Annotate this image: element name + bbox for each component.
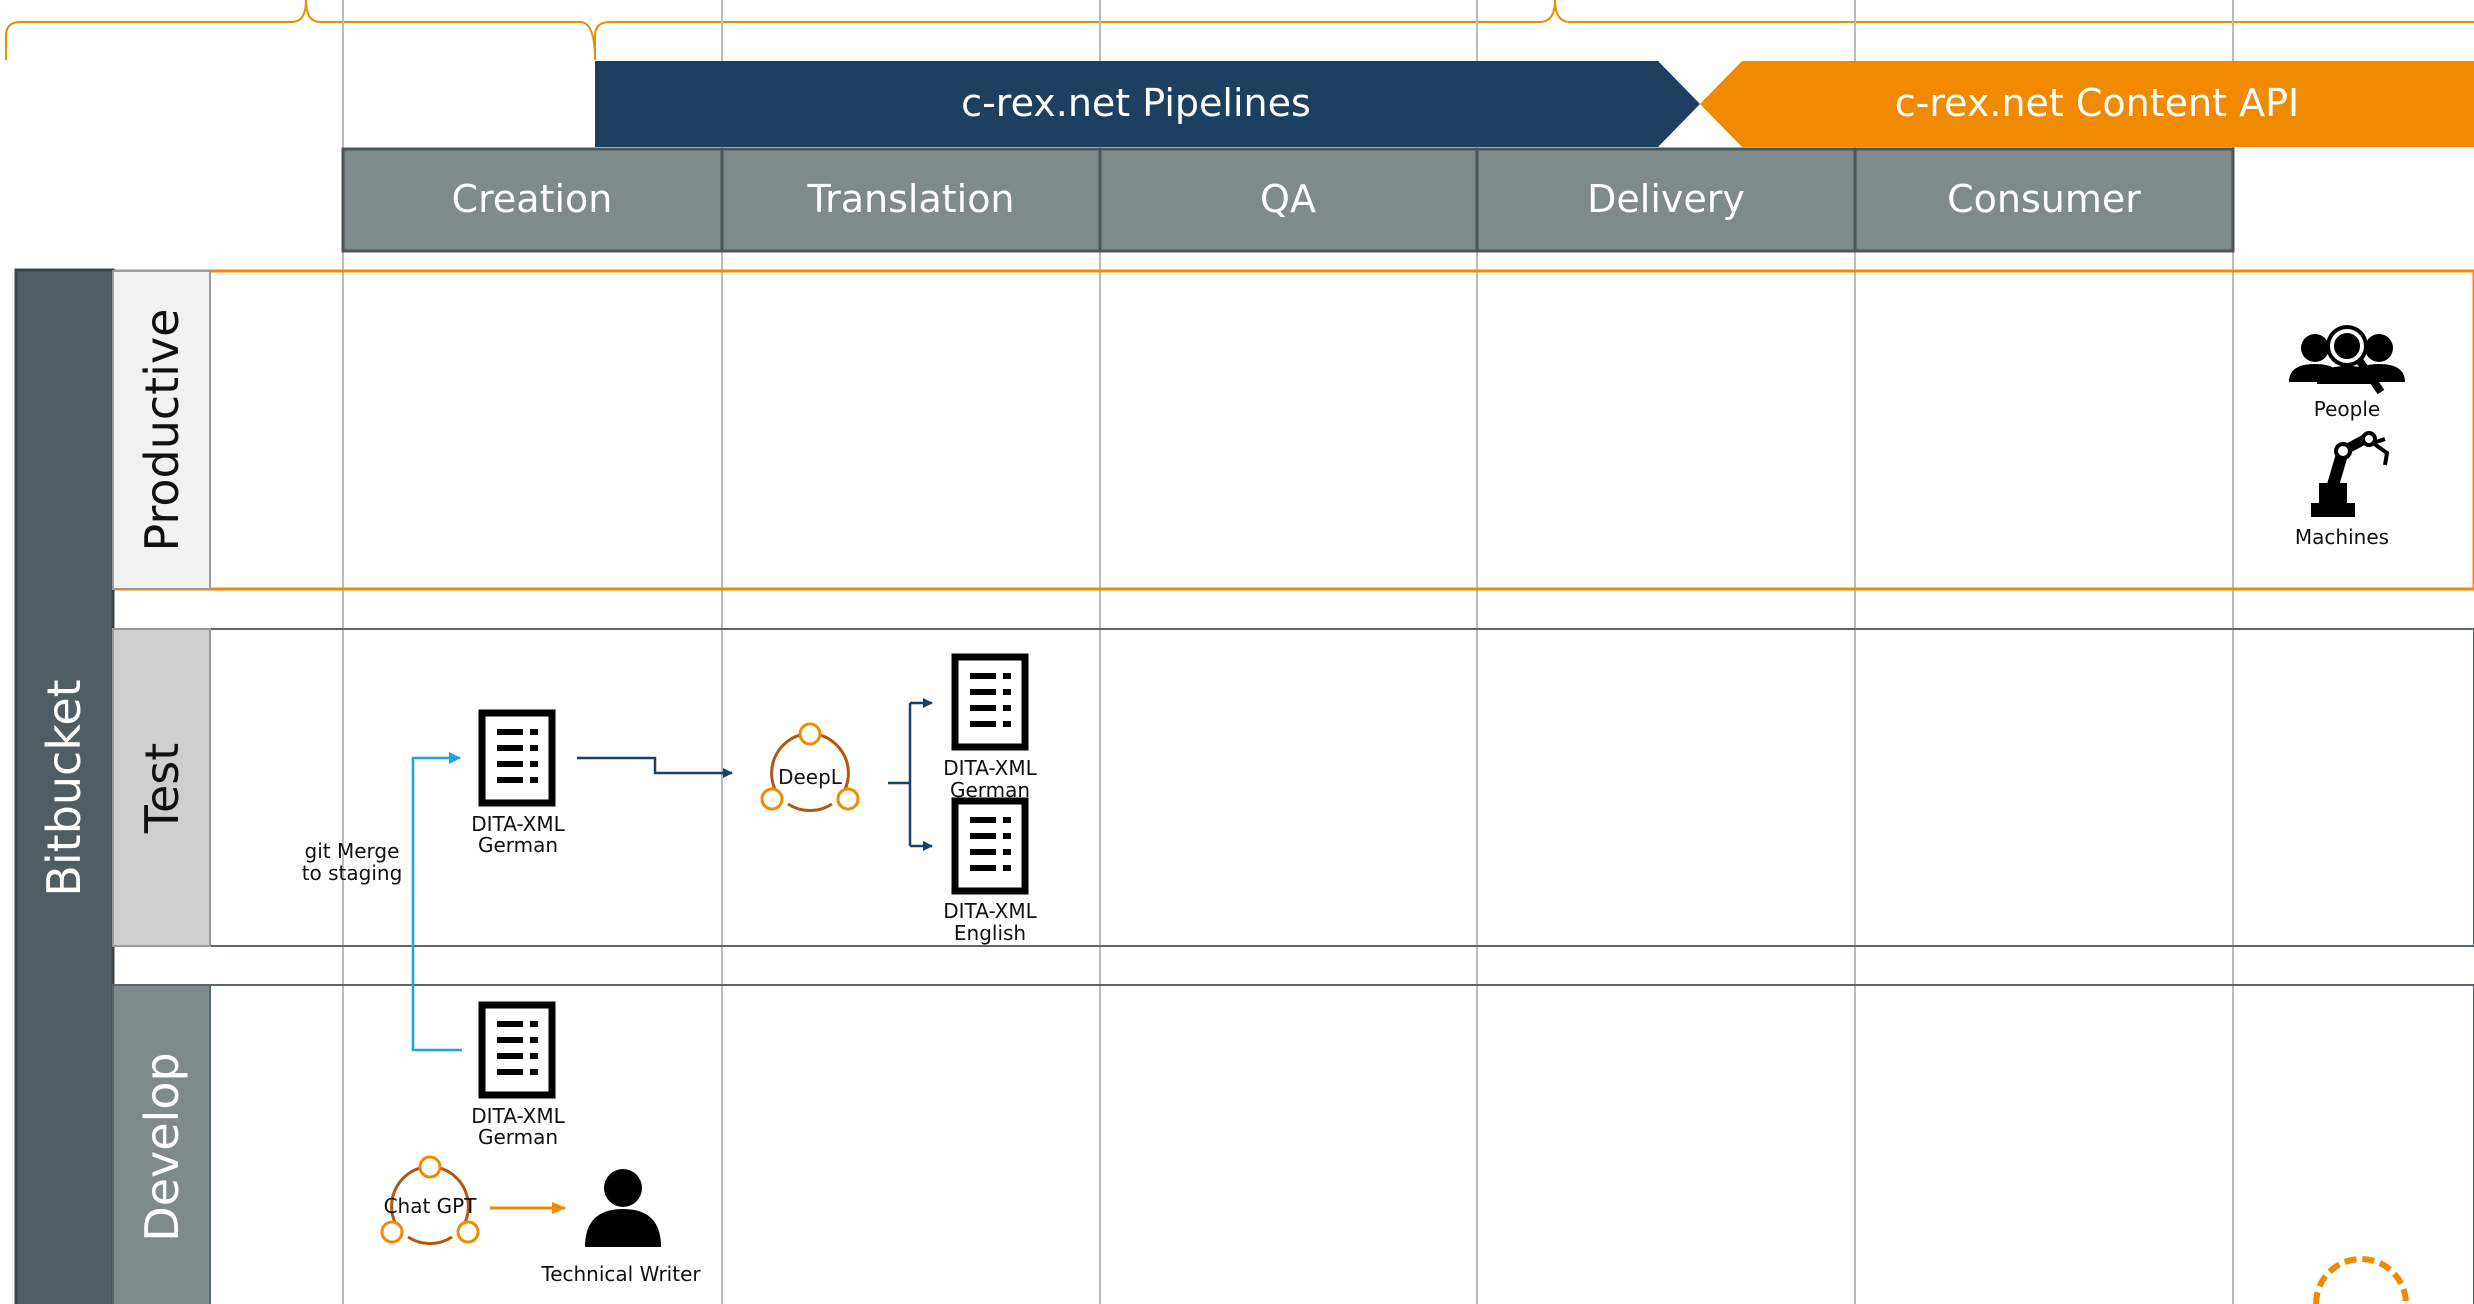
machines-icon — [2311, 431, 2390, 517]
test-german-label-2: German — [478, 833, 558, 857]
stage-delivery-label: Delivery — [1587, 177, 1745, 221]
stage-headers: Creation Translation QA Delivery Consume… — [341, 147, 2235, 253]
user-icon — [585, 1169, 661, 1247]
stage-consumer: Consumer — [1853, 147, 2235, 253]
partial-dashed-circle-icon — [2313, 1256, 2409, 1304]
test-german-doc-icon — [482, 713, 552, 803]
bitbucket-sidebar: Bitbucket — [14, 268, 115, 1304]
people-icon — [2289, 325, 2405, 395]
lane-develop-label-cell: Develop — [112, 984, 211, 1304]
top-bracket-lines — [5, 0, 2474, 61]
stage-translation-label: Translation — [806, 177, 1014, 221]
deepl-branch-line — [888, 703, 912, 846]
git-merge-label-1: git Merge — [305, 839, 400, 863]
stage-delivery: Delivery — [1475, 147, 1857, 253]
git-merge-label-2: to staging — [302, 861, 403, 885]
lane-test-label-cell: Test — [112, 628, 211, 947]
out-german-label-1: DITA-XML — [943, 756, 1037, 780]
dev-german-doc-icon — [482, 1005, 552, 1095]
stage-qa-label: QA — [1260, 177, 1316, 221]
pipelines-banner: c-rex.net Pipelines — [595, 61, 1700, 147]
lane-productive-label: Productive — [135, 309, 189, 552]
bitbucket-label: Bitbucket — [37, 679, 91, 896]
chatgpt-label: Chat GPT — [384, 1194, 478, 1218]
stage-translation: Translation — [720, 147, 1102, 253]
deepl-label: DeepL — [778, 765, 843, 789]
people-label: People — [2314, 397, 2380, 421]
content-api-banner-text: c-rex.net Content API — [1895, 81, 2299, 125]
stage-creation-label: Creation — [452, 177, 613, 221]
content-api-banner: c-rex.net Content API — [1700, 61, 2474, 147]
stage-consumer-label: Consumer — [1947, 177, 2141, 221]
pipelines-banner-text: c-rex.net Pipelines — [961, 81, 1311, 125]
stage-creation: Creation — [341, 147, 724, 253]
out-english-doc-icon — [955, 801, 1025, 891]
out-english-label-1: DITA-XML — [943, 899, 1037, 923]
lane-test-label: Test — [135, 743, 189, 835]
dev-german-label-2: German — [478, 1125, 558, 1149]
machines-label: Machines — [2295, 525, 2389, 549]
git-merge-arrow — [411, 752, 462, 1052]
out-german-doc-icon — [955, 657, 1025, 747]
stage-qa: QA — [1098, 147, 1479, 253]
workflow-diagram: c-rex.net Pipelines c-rex.net Content AP… — [5, 0, 2474, 1304]
lane-develop-box — [112, 984, 2474, 1304]
test-german-to-deepl-arrow — [577, 756, 733, 778]
lane-develop-label: Develop — [135, 1052, 189, 1241]
out-english-label-2: English — [954, 921, 1026, 945]
lane-productive-label-cell: Productive — [112, 270, 211, 590]
writer-label: Technical Writer — [540, 1262, 701, 1286]
lane-productive-box — [111, 269, 2474, 591]
lane-test-box — [112, 628, 2474, 947]
